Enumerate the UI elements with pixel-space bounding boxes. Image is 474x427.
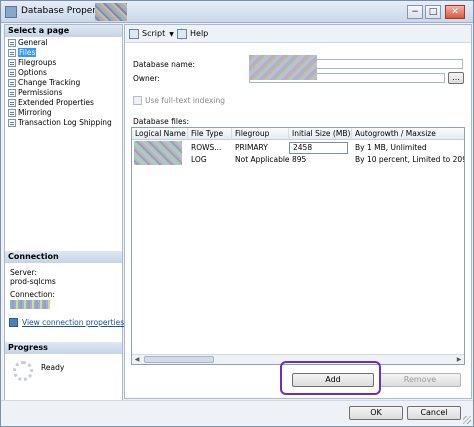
- left-pane: Select a page General Files Filegroups O…: [4, 24, 124, 424]
- script-icon: [129, 29, 139, 39]
- database-icon: [5, 6, 17, 18]
- redacted-database-name: [95, 3, 127, 21]
- dialog-footer: OK Cancel: [1, 400, 473, 426]
- title-bar[interactable]: Database Properties - − □ ✕: [1, 1, 473, 23]
- add-button-highlight: [280, 361, 381, 395]
- maximize-button[interactable]: □: [425, 5, 441, 19]
- progress-status: Ready: [41, 363, 65, 372]
- progress-header: Progress: [5, 342, 122, 354]
- connection-info: Server: prod-sqlcms Connection:: [10, 268, 122, 309]
- page-icon: [8, 89, 16, 97]
- scroll-left-icon[interactable]: ◀: [132, 355, 142, 364]
- table-row[interactable]: ROWS... PRIMARY 2458 By 1 MB, Unlimited: [132, 142, 464, 154]
- autogrowth-cell[interactable]: By 1 MB, Unlimited: [352, 142, 464, 154]
- cancel-button[interactable]: Cancel: [407, 406, 461, 420]
- column-header[interactable]: Filegroup: [232, 128, 289, 140]
- column-header[interactable]: Initial Size (MB): [289, 128, 352, 140]
- minimize-button[interactable]: −: [407, 5, 423, 19]
- progress-spinner-icon: [13, 361, 33, 381]
- page-item-filegroups[interactable]: Filegroups: [7, 58, 121, 68]
- database-properties-window: Database Properties - − □ ✕ Select a pag…: [0, 0, 474, 427]
- select-page-header: Select a page: [5, 25, 122, 37]
- scrollbar-thumb[interactable]: [144, 356, 214, 363]
- logical-name-cell: [132, 142, 188, 154]
- help-button[interactable]: Help: [177, 28, 208, 40]
- page-item-options[interactable]: Options: [7, 68, 121, 78]
- connection-header: Connection: [5, 251, 122, 263]
- page-item-files[interactable]: Files: [7, 48, 121, 58]
- table-row[interactable]: LOG Not Applicable 895 By 10 percent, Li…: [132, 154, 464, 166]
- database-name-label: Database name:: [133, 60, 195, 69]
- grid-header: Logical Name File Type Filegroup Initial…: [132, 128, 464, 140]
- page-icon: [8, 109, 16, 117]
- remove-button: Remove: [379, 373, 461, 387]
- page-item-change-tracking[interactable]: Change Tracking: [7, 78, 121, 88]
- properties-icon: [9, 318, 18, 327]
- progress-area: Ready: [11, 357, 121, 397]
- redacted-owner-value: [249, 55, 317, 80]
- autogrowth-cell[interactable]: By 10 percent, Limited to 209...: [352, 154, 464, 166]
- fulltext-label: Use full-text indexing: [145, 96, 225, 105]
- filegroup-cell: Not Applicable: [235, 155, 289, 164]
- scroll-right-icon[interactable]: ▶: [454, 355, 464, 364]
- owner-browse-button[interactable]: ...: [448, 72, 464, 84]
- page-icon: [8, 69, 16, 77]
- server-value: prod-sqlcms: [10, 277, 56, 286]
- script-button[interactable]: Script ▼: [129, 28, 174, 41]
- page-item-general[interactable]: General: [7, 38, 121, 48]
- initial-size-cell[interactable]: 895: [289, 154, 348, 166]
- database-files-label: Database files:: [133, 117, 190, 126]
- page-icon: [8, 49, 16, 57]
- fulltext-checkbox[interactable]: [133, 96, 142, 105]
- page-icon: [8, 79, 16, 87]
- redacted-connection-value: [10, 299, 50, 309]
- page-icon: [8, 39, 16, 47]
- ok-button[interactable]: OK: [349, 406, 403, 420]
- column-header[interactable]: Autogrowth / Maxsize: [352, 128, 464, 140]
- toolbar: Script ▼ Help: [125, 25, 471, 43]
- connection-label: Connection:: [10, 290, 55, 299]
- page-list: General Files Filegroups Options Change …: [7, 38, 121, 128]
- page-icon: [8, 99, 16, 107]
- resize-grip-icon[interactable]: [463, 416, 471, 424]
- initial-size-field[interactable]: 2458: [289, 142, 348, 154]
- help-icon: [177, 29, 187, 39]
- chevron-down-icon[interactable]: ▼: [169, 31, 174, 38]
- page-item-transaction-log-shipping[interactable]: Transaction Log Shipping: [7, 118, 121, 128]
- server-label: Server:: [10, 268, 37, 277]
- page-icon: [8, 59, 16, 67]
- filegroup-cell: PRIMARY: [235, 143, 268, 152]
- file-type-cell: ROWS...: [191, 143, 222, 152]
- page-item-mirroring[interactable]: Mirroring: [7, 108, 121, 118]
- close-button[interactable]: ✕: [445, 5, 465, 19]
- column-header[interactable]: File Type: [188, 128, 232, 140]
- owner-label: Owner:: [133, 74, 160, 83]
- page-item-permissions[interactable]: Permissions: [7, 88, 121, 98]
- view-connection-properties-link[interactable]: View connection properties: [9, 318, 124, 327]
- page-item-extended-properties[interactable]: Extended Properties: [7, 98, 121, 108]
- database-files-grid: Logical Name File Type Filegroup Initial…: [131, 127, 465, 365]
- file-type-cell: LOG: [191, 155, 207, 164]
- column-header[interactable]: Logical Name: [132, 128, 188, 140]
- page-icon: [8, 119, 16, 127]
- logical-name-cell: [132, 154, 188, 166]
- files-page: Script ▼ Help Database name: Owner: ... U…: [124, 24, 472, 399]
